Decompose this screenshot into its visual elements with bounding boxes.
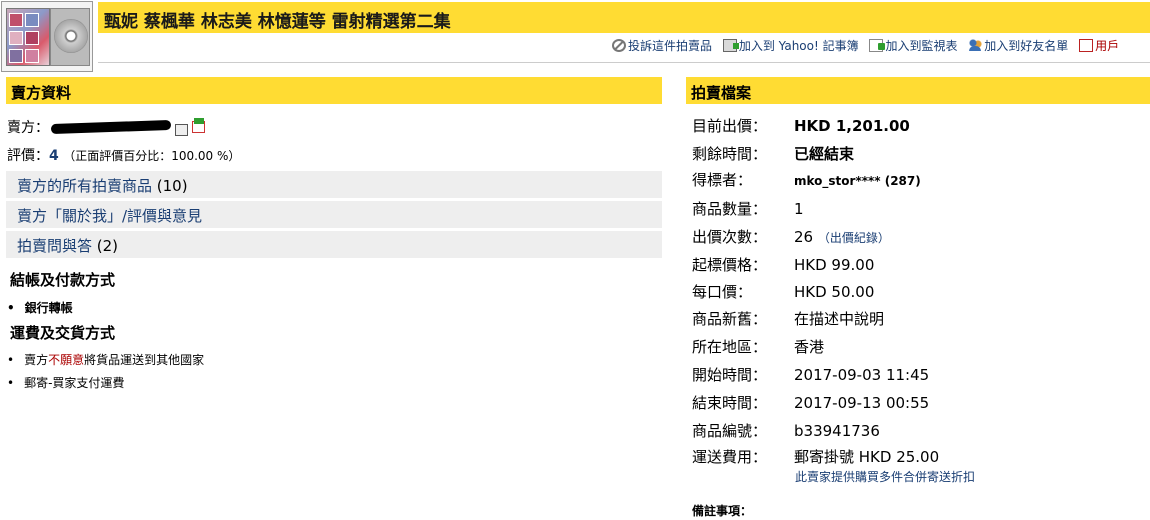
bid-increment-value: HKD 50.00 [794,283,875,301]
start-time-value: 2017-09-03 11:45 [794,366,930,384]
add-to-notebook-link[interactable]: 加入到 Yahoo! 記事簿 [722,37,859,54]
auction-qa-row: 拍賣問與答 (2) [6,231,662,258]
winner-link[interactable]: mko_stor**** (287) [794,174,921,188]
calendar-icon[interactable] [175,124,188,136]
not-willing-text: 不願意 [48,353,85,367]
item-id-row: 商品編號： b33941736 [692,422,880,440]
qa-count: (2) [92,237,119,255]
shipping-item: 郵寄-買家支付運費 [7,374,124,391]
condition-value: 在描述中說明 [794,310,885,328]
mail-icon[interactable] [192,118,205,133]
user-terms-link[interactable]: 用戶 [1079,37,1119,54]
seller-line: 賣方： [7,117,205,137]
current-bid-row: 目前出價： HKD 1,201.00 [692,117,910,135]
shipping-item: 賣方不願意將貨品運送到其他國家 [7,351,204,368]
header-divider [98,62,1150,63]
action-toolbar: 投訴這件拍賣品 加入到 Yahoo! 記事簿 加入到監視表 加入到好友名單 用戶 [612,37,1126,55]
start-time-row: 開始時間： 2017-09-03 11:45 [692,366,930,384]
seller-rating: 評價：4 （正面評價百分比：100.00 %） [7,148,241,164]
payment-heading: 結帳及付款方式 [10,271,116,289]
auction-info-heading: 拍賣檔案 [686,77,1150,104]
bid-count-row: 出價次數： 26 （出價紀錄） [692,228,890,246]
cd-disc-image [50,8,90,66]
watchlist-icon [869,39,886,52]
seller-all-items-link[interactable]: 賣方的所有拍賣商品 [17,177,152,195]
item-id-value: b33941736 [794,422,880,440]
bid-count-value: 26 [794,228,814,246]
combine-shipping-discount-link[interactable]: 此賣家提供購買多件合併寄送折扣 [795,468,975,485]
shipping-heading: 運費及交貨方式 [10,324,116,342]
report-item-link[interactable]: 投訴這件拍賣品 [612,37,712,54]
rating-percentage: （正面評價百分比：100.00 %） [63,149,241,163]
notebook-icon [722,39,739,52]
start-price-row: 起標價格： HKD 99.00 [692,256,875,274]
current-bid-value: HKD 1,201.00 [794,117,910,135]
notes-label: 備註事項： [692,504,753,518]
add-to-watchlist-link[interactable]: 加入到監視表 [869,37,957,54]
payment-item: 銀行轉帳 [7,299,73,316]
quantity-row: 商品數量： 1 [692,200,804,218]
add-to-friends-link[interactable]: 加入到好友名單 [968,37,1068,54]
time-left-value: 已經結束 [794,145,855,163]
product-thumbnail[interactable] [1,1,93,72]
title-bar: 甄妮 蔡楓華 林志美 林憶蓮等 雷射精選第二集 [98,2,1150,33]
seller-info-heading: 賣方資料 [6,77,662,104]
location-value: 香港 [794,338,825,356]
seller-items-count: (10) [152,177,188,195]
quantity-value: 1 [794,200,804,218]
end-time-value: 2017-09-13 00:55 [794,394,930,412]
redacted-seller-name [50,119,172,135]
rating-value-link[interactable]: 4 [49,148,59,164]
seller-all-items-row: 賣方的所有拍賣商品 (10) [6,171,662,198]
bid-increment-row: 每口價： HKD 50.00 [692,283,875,301]
seller-label: 賣方： [7,120,49,136]
seller-about-link[interactable]: 賣方「關於我」/評價與意見 [17,207,202,225]
condition-row: 商品新舊： 在描述中說明 [692,310,885,328]
end-time-row: 結束時間： 2017-09-13 00:55 [692,394,930,412]
page-title: 甄妮 蔡楓華 林志美 林憶蓮等 雷射精選第二集 [104,12,451,32]
winner-row: 得標者： mko_stor**** (287) [692,171,921,189]
shipping-fee-row: 運送費用： 郵寄掛號 HKD 25.00 [692,448,940,466]
time-left-row: 剩餘時間： 已經結束 [692,145,855,163]
terms-icon [1079,39,1094,52]
start-price-value: HKD 99.00 [794,256,875,274]
friend-icon [968,39,983,52]
auction-qa-link[interactable]: 拍賣問與答 [17,237,92,255]
location-row: 所在地區： 香港 [692,338,825,356]
seller-about-row: 賣方「關於我」/評價與意見 [6,201,662,228]
report-icon [612,39,626,52]
shipping-fee-value: 郵寄掛號 HKD 25.00 [794,448,940,466]
album-cover-image [6,8,50,66]
bid-history-link[interactable]: （出價紀錄） [818,231,890,245]
